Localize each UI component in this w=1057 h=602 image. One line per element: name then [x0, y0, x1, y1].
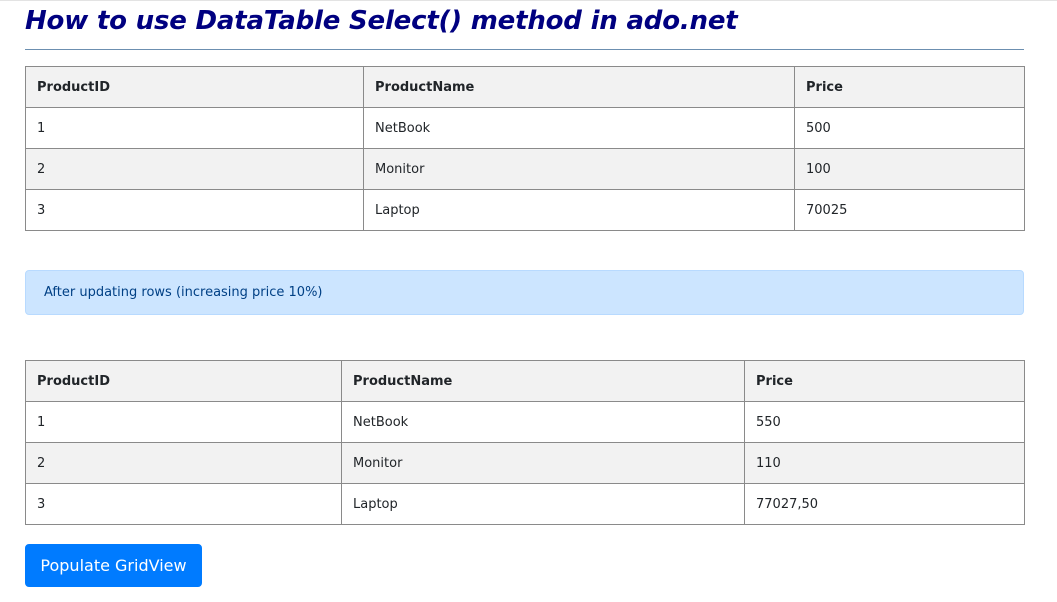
table-row: 1 NetBook 500 [25, 107, 1025, 149]
table-header-row: ProductID ProductName Price [25, 360, 1025, 402]
column-header-productid: ProductID [25, 66, 364, 108]
cell-productid: 2 [25, 148, 364, 190]
cell-productname: Monitor [363, 148, 795, 190]
column-header-productid: ProductID [25, 360, 342, 402]
table-row: 3 Laptop 70025 [25, 189, 1025, 231]
info-alert: After updating rows (increasing price 10… [25, 270, 1024, 315]
cell-productid: 3 [25, 483, 342, 525]
cell-productname: Laptop [363, 189, 795, 231]
populate-gridview-button[interactable]: Populate GridView [25, 544, 202, 587]
products-grid-original: ProductID ProductName Price 1 NetBook 50… [25, 66, 1025, 231]
table-row: 2 Monitor 100 [25, 148, 1025, 190]
cell-productname: Laptop [341, 483, 745, 525]
products-grid-updated: ProductID ProductName Price 1 NetBook 55… [25, 360, 1025, 525]
title-divider [25, 49, 1024, 50]
table-row: 2 Monitor 110 [25, 442, 1025, 484]
page-title: How to use DataTable Select() method in … [25, 6, 738, 36]
cell-productname: NetBook [341, 401, 745, 443]
column-header-productname: ProductName [341, 360, 745, 402]
cell-productname: NetBook [363, 107, 795, 149]
cell-productid: 1 [25, 107, 364, 149]
table-row: 3 Laptop 77027,50 [25, 483, 1025, 525]
cell-productid: 3 [25, 189, 364, 231]
table-header-row: ProductID ProductName Price [25, 66, 1025, 108]
cell-price: 500 [794, 107, 1025, 149]
cell-productid: 2 [25, 442, 342, 484]
column-header-productname: ProductName [363, 66, 795, 108]
cell-productid: 1 [25, 401, 342, 443]
cell-price: 100 [794, 148, 1025, 190]
table-row: 1 NetBook 550 [25, 401, 1025, 443]
cell-price: 70025 [794, 189, 1025, 231]
cell-productname: Monitor [341, 442, 745, 484]
cell-price: 550 [744, 401, 1025, 443]
column-header-price: Price [794, 66, 1025, 108]
cell-price: 77027,50 [744, 483, 1025, 525]
column-header-price: Price [744, 360, 1025, 402]
cell-price: 110 [744, 442, 1025, 484]
